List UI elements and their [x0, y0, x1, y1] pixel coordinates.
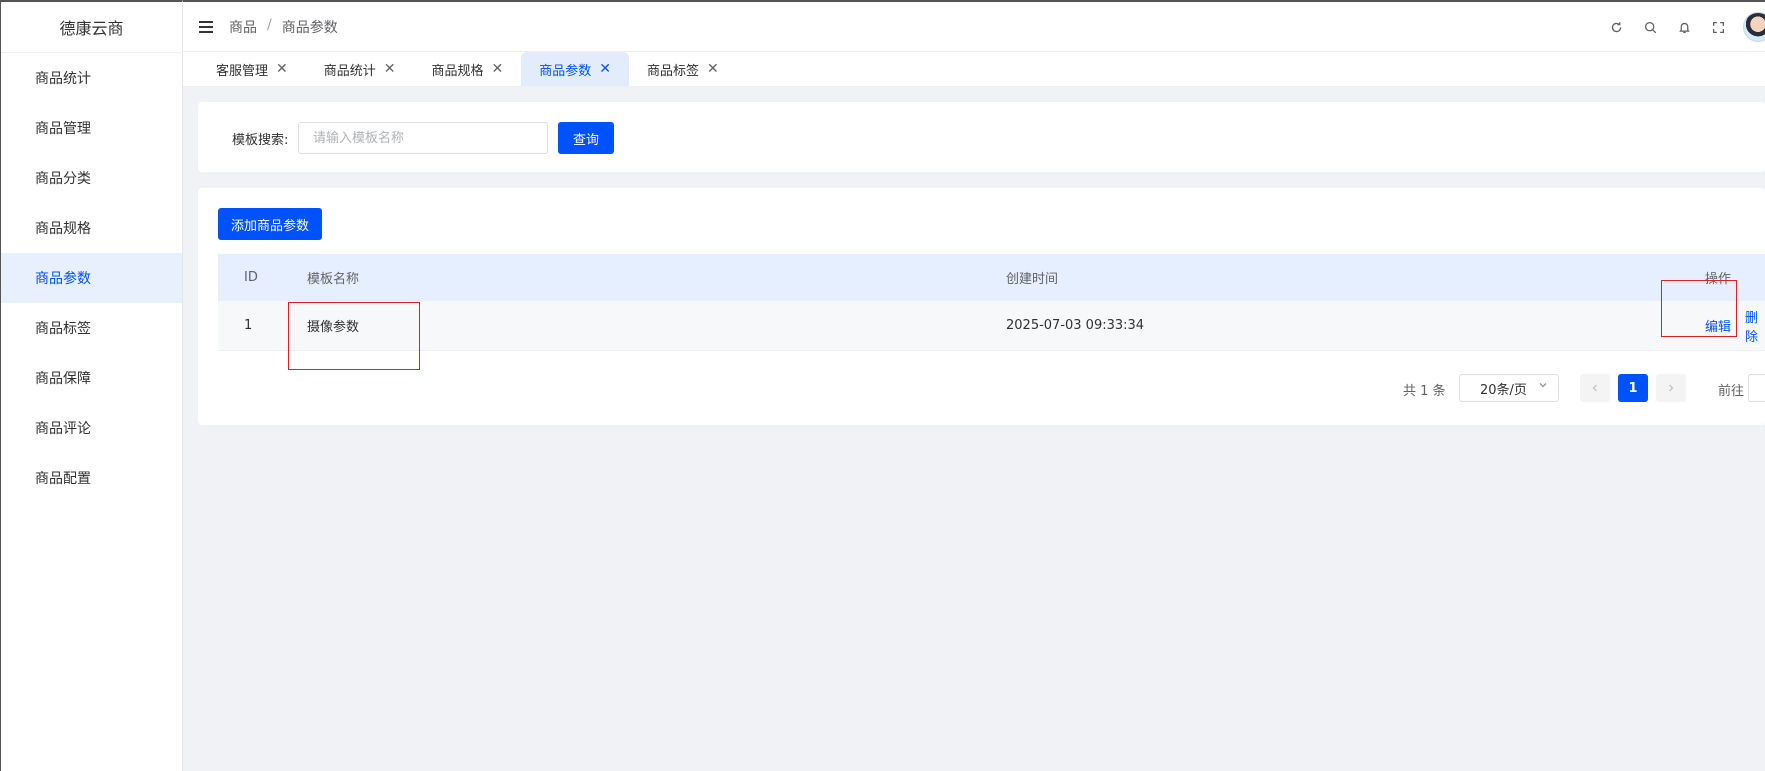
sidebar-item-goods-tags[interactable]: 商品标签 — [1, 303, 182, 353]
sidebar: 德康云商 商品统计 商品管理 商品分类 商品规格 商品参数 商品标签 商品保障 … — [0, 0, 183, 771]
sidebar-item-goods-guarantee[interactable]: 商品保障 — [1, 353, 182, 403]
page-size-value: 20条/页 — [1480, 382, 1527, 398]
refresh-icon[interactable] — [1599, 10, 1633, 44]
sidebar-item-goods-category[interactable]: 商品分类 — [1, 153, 182, 203]
goto-page-input[interactable] — [1748, 374, 1765, 402]
tab-goods-spec[interactable]: 商品规格 ✕ — [414, 52, 522, 86]
template-search-input[interactable] — [298, 122, 548, 154]
sidebar-item-label: 商品参数 — [35, 271, 91, 287]
fullscreen-icon[interactable] — [1701, 10, 1735, 44]
breadcrumb-item[interactable]: 商品 — [229, 17, 257, 37]
page-number-button[interactable]: 1 — [1618, 374, 1648, 402]
query-button[interactable]: 查询 — [558, 122, 614, 154]
chevron-down-icon — [1538, 380, 1548, 393]
top-header: 商品 / 商品参数 — [183, 0, 1765, 52]
close-icon[interactable]: ✕ — [707, 61, 719, 77]
app-logo: 德康云商 — [1, 2, 182, 53]
tab-bar: 客服管理 ✕ 商品统计 ✕ 商品规格 ✕ 商品参数 ✕ 商品标签 ✕ — [183, 52, 1765, 87]
close-icon[interactable]: ✕ — [599, 61, 611, 77]
edit-link[interactable]: 编辑 — [1705, 316, 1731, 335]
sidebar-item-label: 商品规格 — [35, 221, 91, 237]
tab-label: 商品标签 — [647, 63, 700, 79]
close-icon[interactable]: ✕ — [492, 61, 504, 77]
search-label: 模板搜索: — [232, 133, 289, 148]
sidebar-item-label: 商品标签 — [35, 321, 91, 337]
sidebar-item-label: 商品分类 — [35, 171, 91, 187]
breadcrumb-current: 商品参数 — [281, 19, 338, 36]
tab-label: 商品参数 — [539, 63, 592, 79]
sidebar-item-goods-stats[interactable]: 商品统计 — [1, 53, 182, 103]
chevron-left-icon — [1592, 384, 1597, 392]
close-icon[interactable]: ✕ — [384, 61, 396, 77]
chevron-right-icon — [1669, 384, 1674, 392]
column-header-created: 创建时间 — [1006, 272, 1059, 287]
close-icon[interactable]: ✕ — [276, 61, 288, 77]
sidebar-item-label: 商品统计 — [35, 71, 91, 87]
breadcrumb-separator: / — [267, 16, 272, 33]
page-size-select[interactable]: 20条/页 — [1459, 374, 1559, 402]
tab-goods-params[interactable]: 商品参数 ✕ — [521, 52, 629, 86]
table-row: 1 摄像参数 2025-07-03 09:33:34 编辑 删除 — [218, 301, 1765, 351]
search-card: 模板搜索: 查询 — [198, 102, 1765, 172]
sidebar-item-goods-manage[interactable]: 商品管理 — [1, 103, 182, 153]
menu-toggle-icon[interactable] — [199, 20, 213, 33]
table-card: 添加商品参数 ID 模板名称 创建时间 操作 1 摄像参数 2025-07-03… — [198, 188, 1765, 425]
tab-label: 客服管理 — [216, 63, 269, 79]
tab-goods-stats[interactable]: 商品统计 ✕ — [306, 52, 414, 86]
sidebar-item-label: 商品保障 — [35, 371, 91, 387]
header-tools — [1599, 2, 1765, 52]
tab-goods-tags[interactable]: 商品标签 ✕ — [629, 52, 737, 86]
cell-created: 2025-07-03 09:33:34 — [1006, 318, 1145, 333]
search-icon[interactable] — [1633, 10, 1667, 44]
tab-customer-service[interactable]: 客服管理 ✕ — [198, 52, 306, 86]
sidebar-item-label: 商品评论 — [35, 421, 91, 437]
prev-page-button[interactable] — [1580, 374, 1610, 402]
delete-link[interactable]: 删除 — [1745, 307, 1765, 345]
sidebar-item-label: 商品管理 — [35, 121, 91, 137]
cell-name: 摄像参数 — [307, 320, 360, 335]
next-page-button[interactable] — [1656, 374, 1686, 402]
sidebar-item-goods-spec[interactable]: 商品规格 — [1, 203, 182, 253]
sidebar-item-goods-comments[interactable]: 商品评论 — [1, 403, 182, 453]
pagination-total: 共 1 条 — [1403, 384, 1446, 399]
sidebar-item-label: 商品配置 — [35, 471, 91, 487]
column-header-id: ID — [244, 270, 258, 285]
tab-label: 商品统计 — [323, 63, 376, 79]
column-header-actions: 操作 — [1705, 272, 1732, 287]
pagination: 共 1 条 20条/页 1 前往 — [198, 374, 1765, 404]
table-header: ID 模板名称 创建时间 操作 — [218, 254, 1765, 301]
sidebar-item-goods-params[interactable]: 商品参数 — [1, 253, 182, 303]
bell-icon[interactable] — [1667, 10, 1701, 44]
tab-label: 商品规格 — [431, 63, 484, 79]
cell-id: 1 — [244, 318, 253, 333]
column-header-name: 模板名称 — [307, 272, 360, 287]
user-avatar[interactable] — [1743, 12, 1765, 42]
params-table: ID 模板名称 创建时间 操作 1 摄像参数 2025-07-03 09:33:… — [218, 254, 1765, 351]
goto-label: 前往 — [1718, 384, 1745, 399]
sidebar-item-goods-config[interactable]: 商品配置 — [1, 453, 182, 503]
add-goods-param-button[interactable]: 添加商品参数 — [218, 208, 322, 240]
breadcrumb: 商品 / 商品参数 — [229, 17, 338, 37]
